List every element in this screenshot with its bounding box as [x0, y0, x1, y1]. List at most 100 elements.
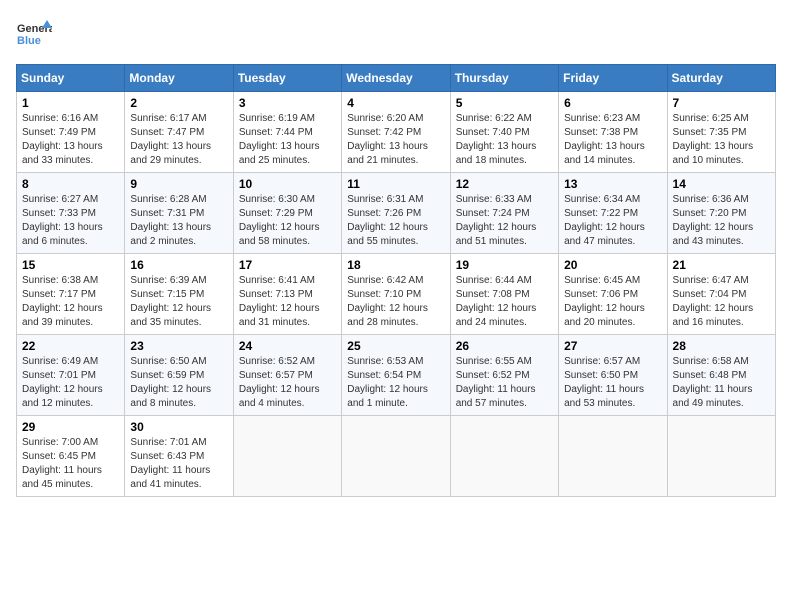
- column-header-tuesday: Tuesday: [233, 65, 341, 92]
- day-info: Sunrise: 6:58 AMSunset: 6:48 PMDaylight:…: [673, 355, 770, 411]
- day-number: 4: [347, 96, 444, 110]
- day-number: 7: [673, 96, 770, 110]
- day-info: Sunrise: 7:01 AMSunset: 6:43 PMDaylight:…: [130, 436, 227, 492]
- day-info: Sunrise: 6:33 AMSunset: 7:24 PMDaylight:…: [456, 193, 553, 249]
- day-info: Sunrise: 7:00 AMSunset: 6:45 PMDaylight:…: [22, 436, 119, 492]
- calendar-cell: 18 Sunrise: 6:42 AMSunset: 7:10 PMDayligh…: [342, 254, 450, 335]
- calendar-week-row: 8Sunrise: 6:27 AMSunset: 7:33 PMDaylight…: [17, 173, 776, 254]
- calendar-cell: [450, 416, 558, 497]
- calendar-cell: 25Sunrise: 6:53 AMSunset: 6:54 PMDayligh…: [342, 335, 450, 416]
- day-number: 3: [239, 96, 336, 110]
- day-number: 18: [347, 258, 444, 272]
- svg-text:Blue: Blue: [17, 35, 41, 47]
- calendar-cell: 7 Sunrise: 6:25 AMSunset: 7:35 PMDaylight…: [667, 92, 775, 173]
- calendar-cell: 23Sunrise: 6:50 AMSunset: 6:59 PMDayligh…: [125, 335, 233, 416]
- day-info: Sunrise: 6:20 AMSunset: 7:42 PMDaylight:…: [347, 112, 444, 168]
- day-number: 19: [456, 258, 553, 272]
- column-header-sunday: Sunday: [17, 65, 125, 92]
- day-info: Sunrise: 6:27 AMSunset: 7:33 PMDaylight:…: [22, 193, 119, 249]
- calendar-cell: 8Sunrise: 6:27 AMSunset: 7:33 PMDaylight…: [17, 173, 125, 254]
- day-number: 9: [130, 177, 227, 191]
- calendar-table: SundayMondayTuesdayWednesdayThursdayFrid…: [16, 64, 776, 497]
- column-header-saturday: Saturday: [667, 65, 775, 92]
- calendar-cell: [559, 416, 667, 497]
- calendar-cell: 24 Sunrise: 6:52 AMSunset: 6:57 PMDayligh…: [233, 335, 341, 416]
- calendar-cell: 19 Sunrise: 6:44 AMSunset: 7:08 PMDayligh…: [450, 254, 558, 335]
- calendar-week-row: 22Sunrise: 6:49 AMSunset: 7:01 PMDayligh…: [17, 335, 776, 416]
- day-info: Sunrise: 6:47 AMSunset: 7:04 PMDaylight:…: [673, 274, 770, 330]
- day-number: 6: [564, 96, 661, 110]
- logo: General Blue: [16, 16, 52, 52]
- column-header-wednesday: Wednesday: [342, 65, 450, 92]
- day-number: 27: [564, 339, 661, 353]
- day-number: 24: [239, 339, 336, 353]
- calendar-cell: 6 Sunrise: 6:23 AMSunset: 7:38 PMDaylight…: [559, 92, 667, 173]
- calendar-cell: 12 Sunrise: 6:33 AMSunset: 7:24 PMDayligh…: [450, 173, 558, 254]
- day-info: Sunrise: 6:16 AMSunset: 7:49 PMDaylight:…: [22, 112, 119, 168]
- calendar-cell: 5Sunrise: 6:22 AMSunset: 7:40 PMDaylight…: [450, 92, 558, 173]
- day-info: Sunrise: 6:57 AMSunset: 6:50 PMDaylight:…: [564, 355, 661, 411]
- day-number: 29: [22, 420, 119, 434]
- calendar-cell: 15 Sunrise: 6:38 AMSunset: 7:17 PMDayligh…: [17, 254, 125, 335]
- day-info: Sunrise: 6:34 AMSunset: 7:22 PMDaylight:…: [564, 193, 661, 249]
- calendar-cell: 26 Sunrise: 6:55 AMSunset: 6:52 PMDayligh…: [450, 335, 558, 416]
- day-info: Sunrise: 6:28 AMSunset: 7:31 PMDaylight:…: [130, 193, 227, 249]
- day-number: 22: [22, 339, 119, 353]
- day-info: Sunrise: 6:41 AMSunset: 7:13 PMDaylight:…: [239, 274, 336, 330]
- calendar-cell: 28Sunrise: 6:58 AMSunset: 6:48 PMDayligh…: [667, 335, 775, 416]
- calendar-cell: 16Sunrise: 6:39 AMSunset: 7:15 PMDayligh…: [125, 254, 233, 335]
- calendar-cell: 21Sunrise: 6:47 AMSunset: 7:04 PMDayligh…: [667, 254, 775, 335]
- day-info: Sunrise: 6:17 AMSunset: 7:47 PMDaylight:…: [130, 112, 227, 168]
- day-info: Sunrise: 6:38 AMSunset: 7:17 PMDaylight:…: [22, 274, 119, 330]
- day-number: 11: [347, 177, 444, 191]
- day-info: Sunrise: 6:45 AMSunset: 7:06 PMDaylight:…: [564, 274, 661, 330]
- calendar-cell: 11 Sunrise: 6:31 AMSunset: 7:26 PMDayligh…: [342, 173, 450, 254]
- day-number: 10: [239, 177, 336, 191]
- column-header-friday: Friday: [559, 65, 667, 92]
- day-info: Sunrise: 6:25 AMSunset: 7:35 PMDaylight:…: [673, 112, 770, 168]
- day-info: Sunrise: 6:52 AMSunset: 6:57 PMDaylight:…: [239, 355, 336, 411]
- logo-svg: General Blue: [16, 16, 52, 52]
- calendar-cell: 4 Sunrise: 6:20 AMSunset: 7:42 PMDaylight…: [342, 92, 450, 173]
- day-number: 15: [22, 258, 119, 272]
- calendar-cell: 27 Sunrise: 6:57 AMSunset: 6:50 PMDayligh…: [559, 335, 667, 416]
- day-info: Sunrise: 6:19 AMSunset: 7:44 PMDaylight:…: [239, 112, 336, 168]
- calendar-cell: [233, 416, 341, 497]
- day-number: 13: [564, 177, 661, 191]
- day-info: Sunrise: 6:44 AMSunset: 7:08 PMDaylight:…: [456, 274, 553, 330]
- day-number: 23: [130, 339, 227, 353]
- calendar-cell: 29 Sunrise: 7:00 AMSunset: 6:45 PMDayligh…: [17, 416, 125, 497]
- calendar-week-row: 1 Sunrise: 6:16 AMSunset: 7:49 PMDaylight…: [17, 92, 776, 173]
- day-info: Sunrise: 6:36 AMSunset: 7:20 PMDaylight:…: [673, 193, 770, 249]
- calendar-cell: 3 Sunrise: 6:19 AMSunset: 7:44 PMDaylight…: [233, 92, 341, 173]
- day-number: 12: [456, 177, 553, 191]
- day-number: 25: [347, 339, 444, 353]
- day-number: 20: [564, 258, 661, 272]
- day-info: Sunrise: 6:23 AMSunset: 7:38 PMDaylight:…: [564, 112, 661, 168]
- calendar-cell: 9 Sunrise: 6:28 AMSunset: 7:31 PMDaylight…: [125, 173, 233, 254]
- calendar-cell: 10Sunrise: 6:30 AMSunset: 7:29 PMDayligh…: [233, 173, 341, 254]
- calendar-cell: 20 Sunrise: 6:45 AMSunset: 7:06 PMDayligh…: [559, 254, 667, 335]
- day-number: 30: [130, 420, 227, 434]
- calendar-cell: 2 Sunrise: 6:17 AMSunset: 7:47 PMDaylight…: [125, 92, 233, 173]
- day-info: Sunrise: 6:55 AMSunset: 6:52 PMDaylight:…: [456, 355, 553, 411]
- calendar-cell: 14 Sunrise: 6:36 AMSunset: 7:20 PMDayligh…: [667, 173, 775, 254]
- day-info: Sunrise: 6:42 AMSunset: 7:10 PMDaylight:…: [347, 274, 444, 330]
- day-number: 14: [673, 177, 770, 191]
- calendar-cell: 22Sunrise: 6:49 AMSunset: 7:01 PMDayligh…: [17, 335, 125, 416]
- calendar-cell: [342, 416, 450, 497]
- column-header-monday: Monday: [125, 65, 233, 92]
- column-header-thursday: Thursday: [450, 65, 558, 92]
- calendar-cell: 17 Sunrise: 6:41 AMSunset: 7:13 PMDayligh…: [233, 254, 341, 335]
- calendar-cell: [667, 416, 775, 497]
- calendar-week-row: 29 Sunrise: 7:00 AMSunset: 6:45 PMDayligh…: [17, 416, 776, 497]
- day-number: 17: [239, 258, 336, 272]
- calendar-cell: 13 Sunrise: 6:34 AMSunset: 7:22 PMDayligh…: [559, 173, 667, 254]
- day-number: 1: [22, 96, 119, 110]
- day-number: 2: [130, 96, 227, 110]
- day-info: Sunrise: 6:31 AMSunset: 7:26 PMDaylight:…: [347, 193, 444, 249]
- calendar-cell: 30 Sunrise: 7:01 AMSunset: 6:43 PMDayligh…: [125, 416, 233, 497]
- day-number: 16: [130, 258, 227, 272]
- day-number: 26: [456, 339, 553, 353]
- day-info: Sunrise: 6:22 AMSunset: 7:40 PMDaylight:…: [456, 112, 553, 168]
